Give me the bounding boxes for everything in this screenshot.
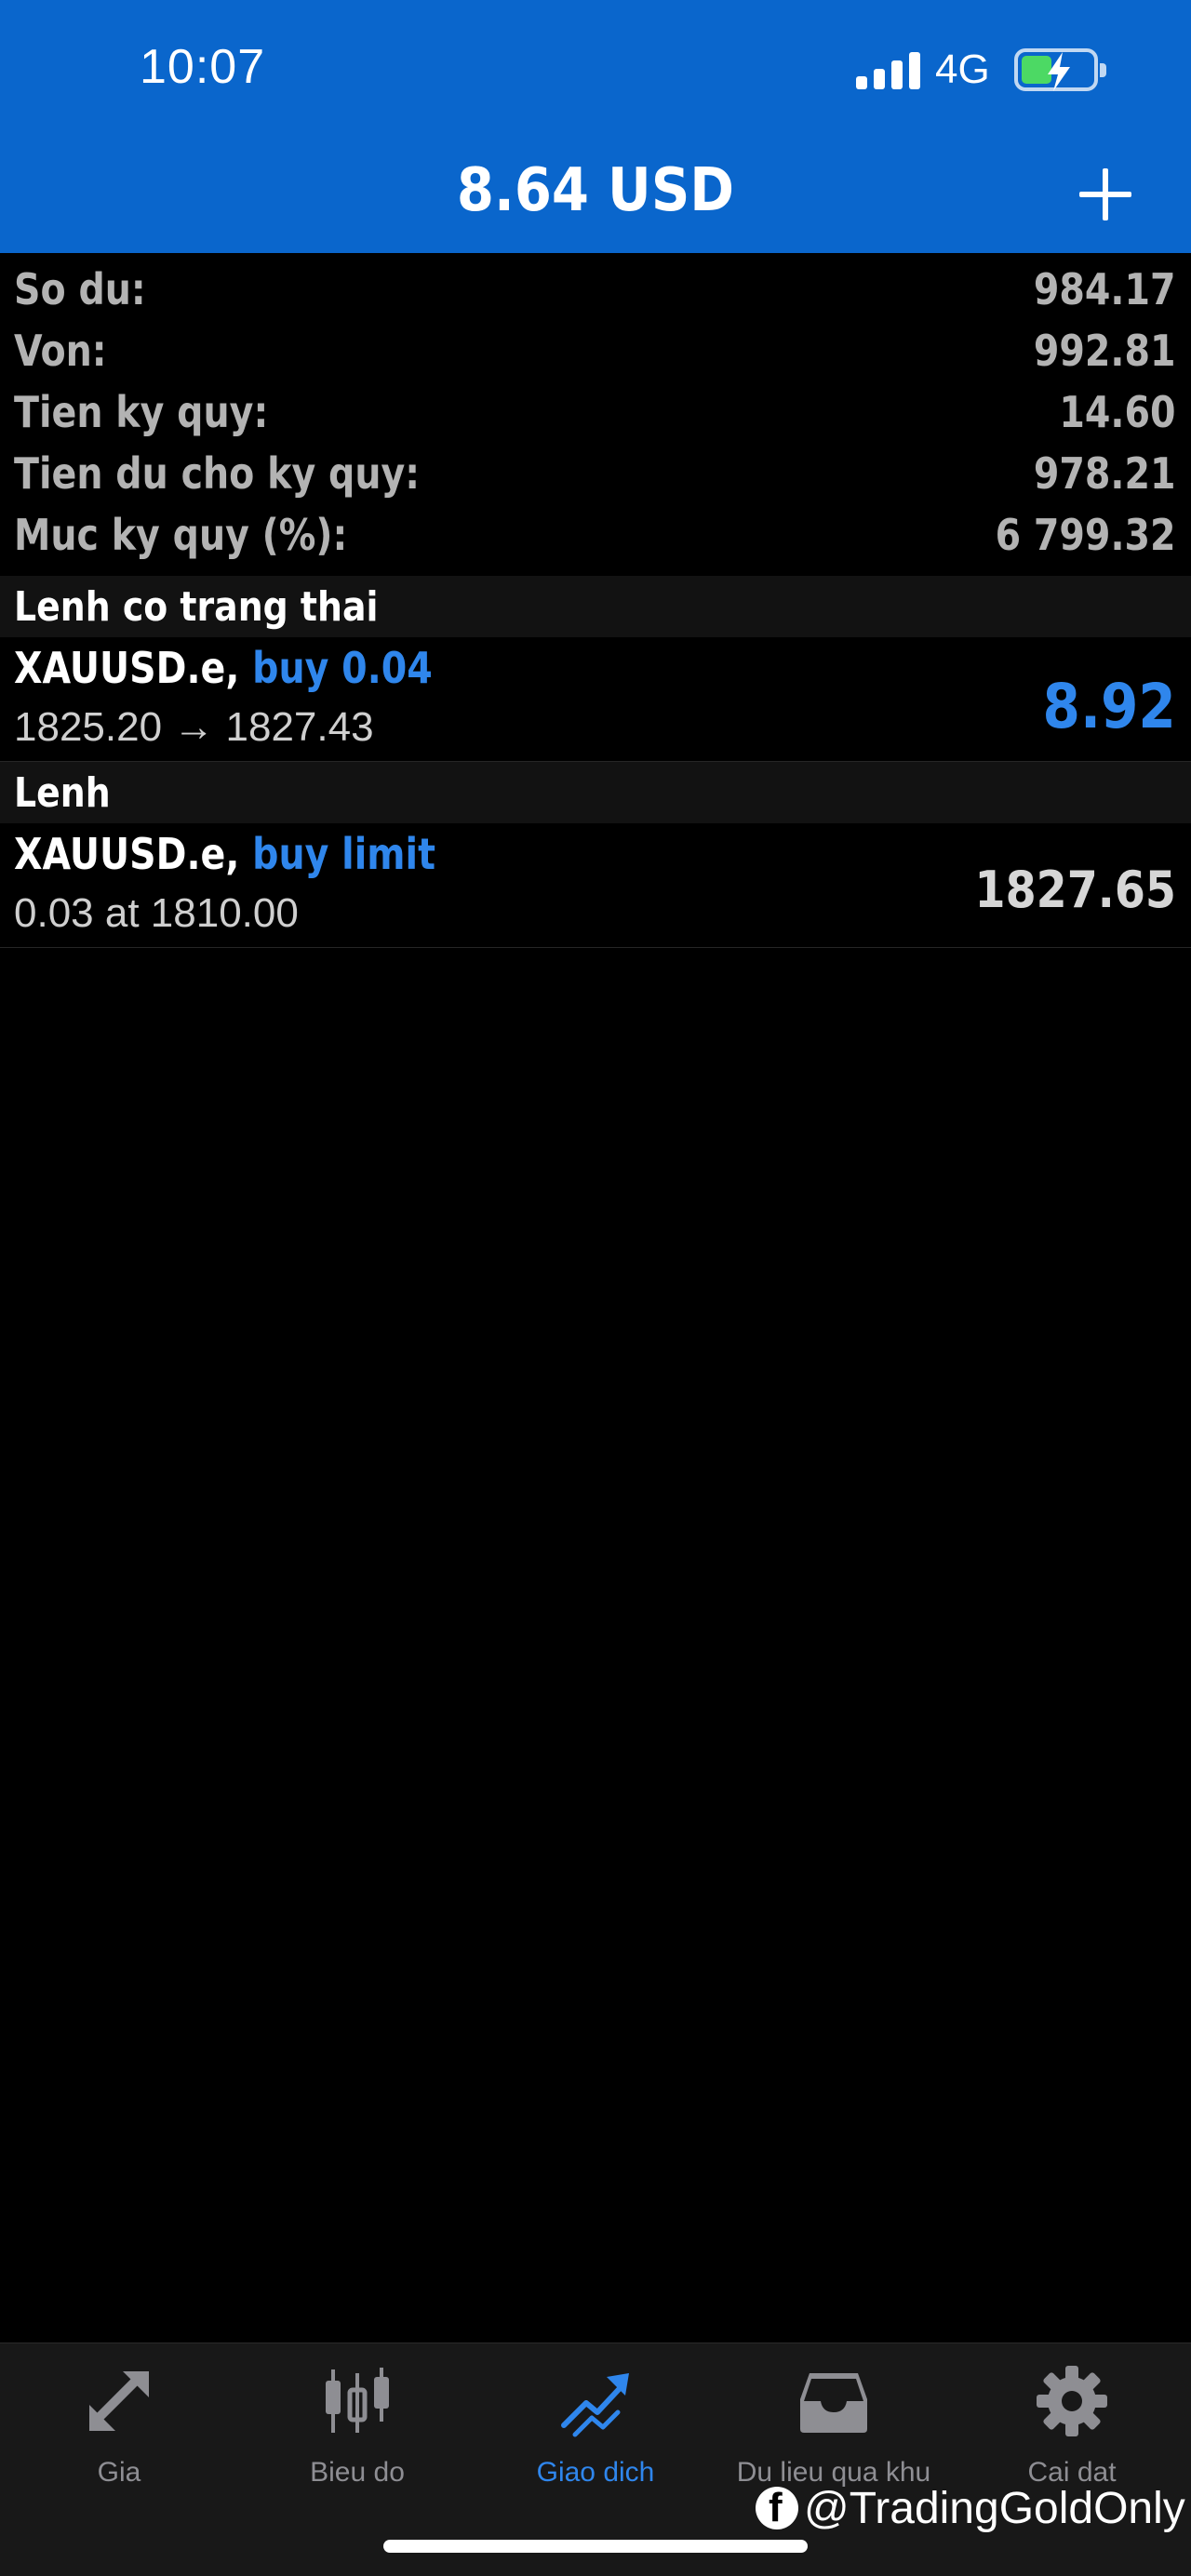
pending-order-row[interactable]: XAUUSD.e, buy limit 0.03 at 1810.00 1827… [0,823,1191,948]
summary-row-margin: Tien ky quy: 14.60 [0,381,1191,443]
order-detail: 0.03 at 1810.00 [14,890,299,936]
summary-value: 14.60 [1059,387,1176,437]
home-indicator [383,2540,808,2553]
summary-label: So du: [14,264,146,314]
network-type: 4G [935,47,990,92]
tab-history[interactable]: Du lieu qua khu [715,2343,953,2488]
candlestick-chart-icon [326,2368,389,2433]
summary-row-equity: Von: 992.81 [0,320,1191,381]
tab-label: Bieu do [310,2457,405,2488]
summary-label: Von: [14,326,107,376]
status-time: 10:07 [140,40,266,94]
position-title: XAUUSD.e, buy 0.04 [14,643,433,693]
section-title: Lenh [14,768,111,817]
summary-value: 992.81 [1034,326,1176,376]
page-title: 8.64 USD [456,156,735,225]
orders-section-header: Lenh [0,762,1191,823]
order-title: XAUUSD.e, buy limit [14,829,435,879]
position-profit: 8.92 [1042,671,1176,742]
history-tray-icon [800,2373,867,2433]
add-order-button[interactable] [1076,165,1135,224]
summary-row-free-margin: Tien du cho ky quy: 978.21 [0,443,1191,504]
summary-value: 978.21 [1034,448,1176,499]
facebook-icon [756,2485,798,2531]
tab-quotes[interactable]: Gia [0,2343,238,2488]
position-price-range: 1825.20 → 1827.43 [14,704,374,750]
section-title: Lenh co trang thai [14,582,379,631]
positions-section-header: Lenh co trang thai [0,576,1191,637]
summary-label: Tien ky quy: [14,387,269,437]
summary-label: Muc ky quy (%): [14,510,348,560]
tab-label: Gia [97,2457,141,2488]
position-action: buy 0.04 [252,643,433,693]
header-bar: 10:07 4G 8.64 USD [0,0,1191,253]
position-symbol: XAUUSD.e, [14,643,240,693]
summary-row-balance: So du: 984.17 [0,259,1191,320]
battery-charging-icon [1014,48,1106,91]
gear-icon [1037,2366,1107,2436]
watermark: @TradingGoldOnly [756,2480,1185,2536]
tab-label: Giao dich [536,2457,655,2488]
summary-value: 984.17 [1034,264,1176,314]
tab-settings[interactable]: Cai dat [953,2343,1191,2488]
watermark-text: @TradingGoldOnly [804,2483,1185,2533]
tab-trade[interactable]: Giao dich [476,2343,715,2488]
order-current-price: 1827.65 [974,861,1176,919]
order-action: buy limit [252,829,436,879]
position-row[interactable]: XAUUSD.e, buy 0.04 1825.20 → 1827.43 8.9… [0,637,1191,762]
summary-label: Tien du cho ky quy: [14,448,421,499]
quotes-arrows-icon [89,2371,149,2431]
summary-row-margin-level: Muc ky quy (%): 6 799.32 [0,504,1191,566]
account-summary: So du: 984.17 Von: 992.81 Tien ky quy: 1… [0,259,1191,566]
order-symbol: XAUUSD.e, [14,829,240,879]
cellular-signal-icon [856,48,921,89]
trade-trend-icon [561,2373,629,2437]
tab-chart[interactable]: Bieu do [238,2343,476,2488]
summary-value: 6 799.32 [996,510,1176,560]
